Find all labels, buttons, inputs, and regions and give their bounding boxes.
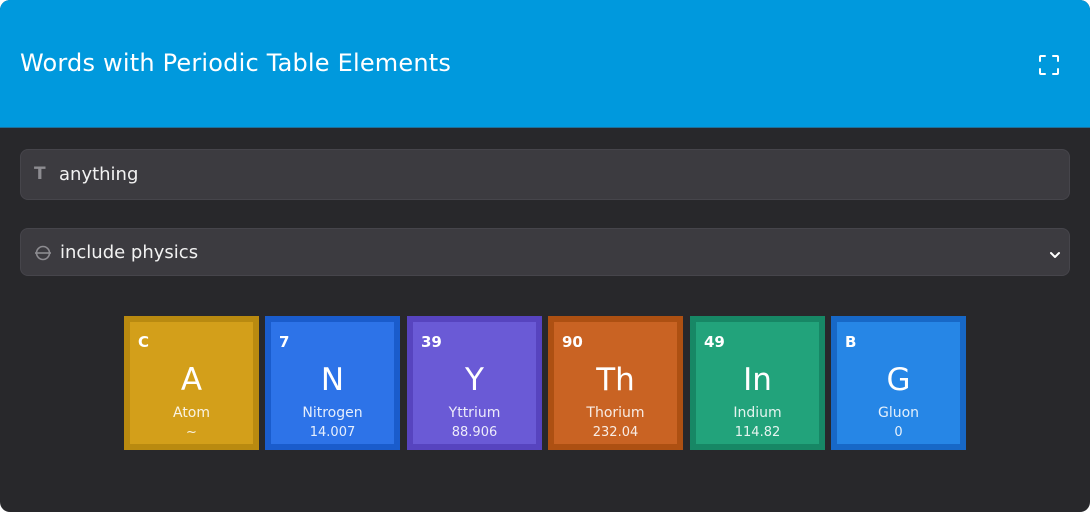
element-number: 7 [279, 333, 290, 351]
element-number: 49 [704, 333, 725, 351]
element-tile: 49 In Indium 114.82 [690, 316, 825, 450]
element-mass: 88.906 [451, 425, 498, 440]
element-mass: 114.82 [734, 425, 781, 440]
element-tiles: C A Atom ~ 7 N Nitrogen 14.007 39 Y Yttr… [124, 316, 969, 450]
element-tile: 7 N Nitrogen 14.007 [265, 316, 400, 450]
element-name: Thorium [586, 405, 645, 421]
text-type-icon: T [34, 164, 46, 184]
element-name: Yttrium [448, 405, 501, 421]
mode-select-value: include physics [60, 242, 199, 263]
element-symbol: In [743, 362, 772, 398]
element-name: Atom [172, 405, 211, 421]
element-symbol: A [180, 362, 203, 398]
element-mass: 232.04 [592, 425, 639, 440]
word-input-field[interactable]: T [20, 149, 1070, 200]
element-mass: ~ [186, 425, 197, 440]
element-number: 39 [421, 333, 442, 351]
element-number: 90 [562, 333, 583, 351]
page-title: Words with Periodic Table Elements [20, 49, 452, 77]
fullscreen-icon[interactable] [1036, 52, 1062, 78]
element-symbol: N [320, 362, 345, 398]
element-name: Indium [733, 405, 782, 421]
theta-circle-icon [34, 244, 52, 262]
word-input[interactable] [59, 150, 1049, 199]
element-mass: 14.007 [309, 425, 356, 440]
element-symbol: Y [465, 362, 484, 398]
element-tile: B G Gluon 0 [831, 316, 966, 450]
app-header: Words with Periodic Table Elements [0, 0, 1090, 128]
mode-select[interactable]: include physics [20, 228, 1070, 276]
element-mass: 0 [894, 425, 903, 440]
app-window: Words with Periodic Table Elements T inc… [0, 0, 1090, 512]
chevron-down-icon[interactable] [1049, 246, 1061, 258]
element-name: Nitrogen [302, 405, 363, 421]
element-symbol: Th [596, 362, 635, 398]
element-tile: 39 Y Yttrium 88.906 [407, 316, 542, 450]
element-symbol: G [886, 362, 911, 398]
element-number: C [138, 333, 150, 351]
element-number: B [845, 333, 857, 351]
element-tile: C A Atom ~ [124, 316, 259, 450]
element-tile: 90 Th Thorium 232.04 [548, 316, 683, 450]
element-name: Gluon [877, 405, 920, 421]
